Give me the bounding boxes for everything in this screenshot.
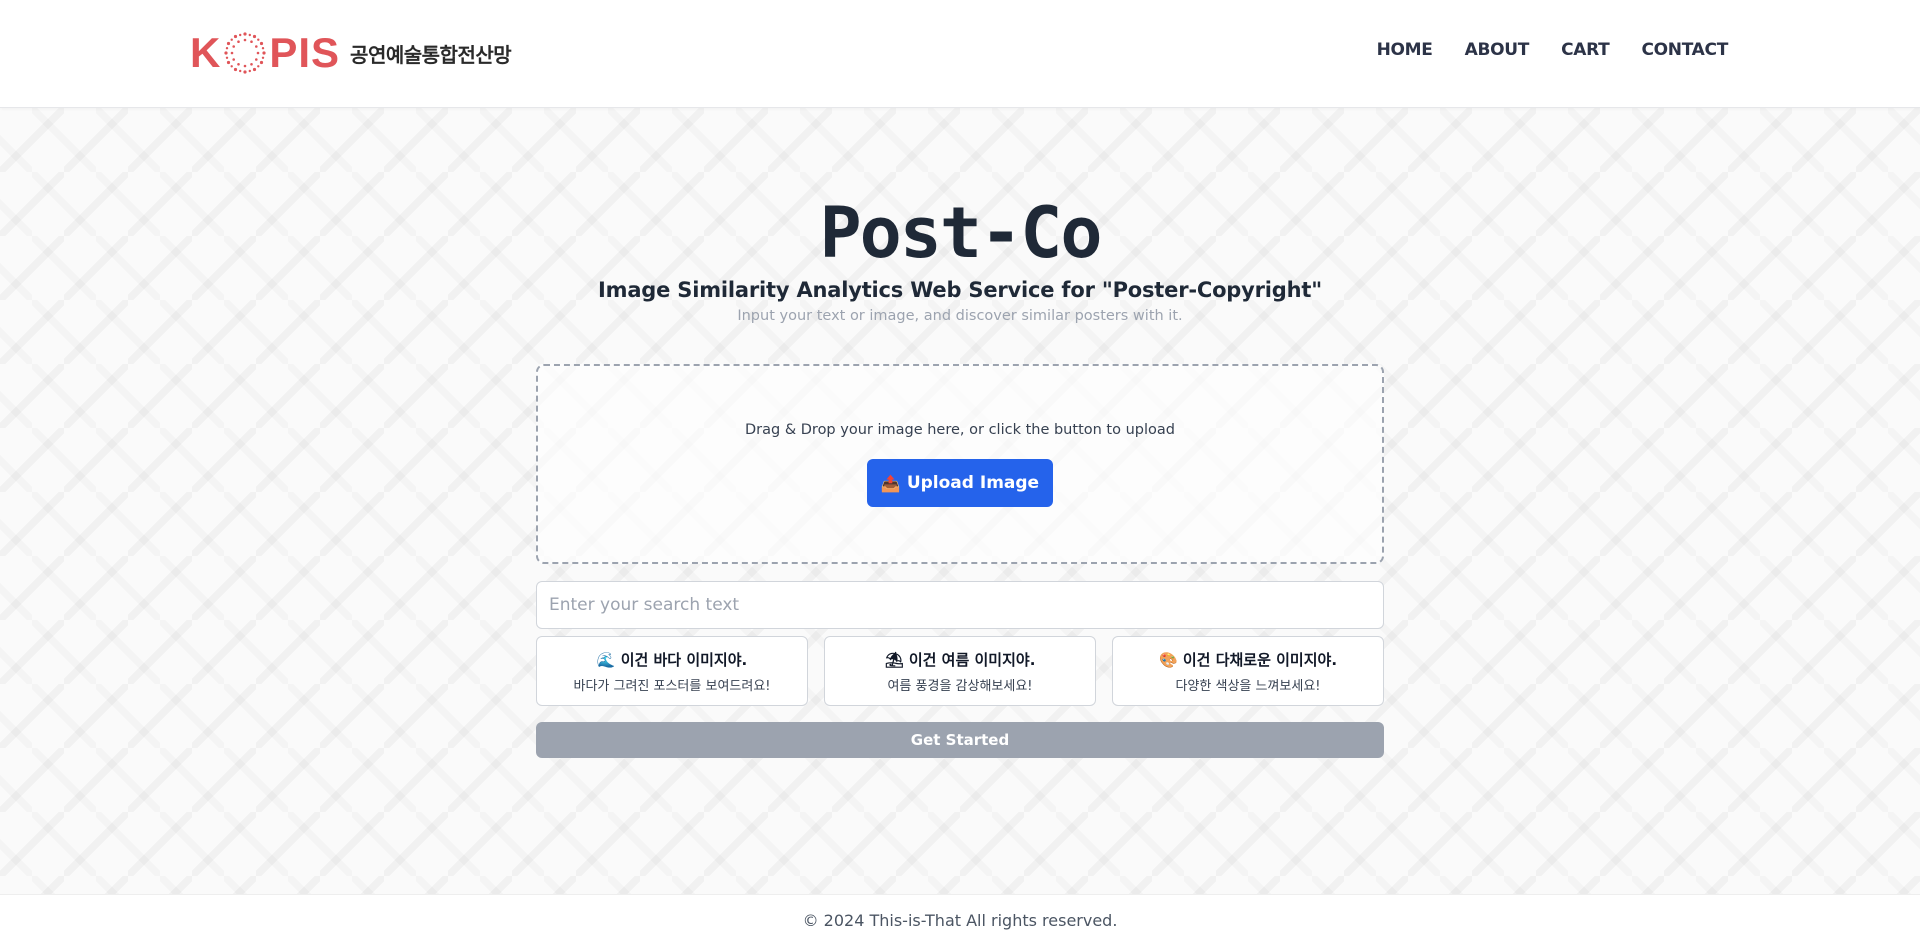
upload-icon: 📤 [880,473,901,493]
logo-letter-k: K [190,29,222,76]
suggestion-title: 🎨 이건 다채로운 이미지야. [1113,649,1383,670]
kopis-logo[interactable]: K PIS 공연예술통합전산망 [190,30,512,76]
suggestion-subtitle: 여름 풍경을 감상해보세요! [887,679,1033,694]
nav-cart[interactable]: CART [1561,40,1610,60]
site-footer: © 2024 This-is-That All rights reserved. [0,894,1920,947]
footer-copyright: © 2024 This-is-That All rights reserved. [802,911,1118,930]
palette-icon: 🎨 [1158,651,1178,669]
wave-icon: 🌊 [596,651,616,669]
page-tagline: Input your text or image, and discover s… [737,308,1183,324]
logo-wordmark: K PIS [190,31,340,75]
page-subtitle: Image Similarity Analytics Web Service f… [598,278,1322,302]
suggestion-summer[interactable]: ⛱ 이건 여름 이미지야. 여름 풍경을 감상해보세요! [824,636,1096,706]
logo-letters-pis: PIS [269,29,341,76]
suggestion-colorful[interactable]: 🎨 이건 다채로운 이미지야. 다양한 색상을 느껴보세요! [1112,636,1384,706]
suggestion-subtitle: 바다가 그려진 포스터를 보여드려요! [573,679,771,694]
nav-about[interactable]: ABOUT [1465,40,1530,60]
page-title: Post-Co [819,192,1102,274]
nav-contact[interactable]: CONTACT [1641,40,1728,60]
upload-image-button[interactable]: 📤 Upload Image [867,459,1053,507]
dropzone-instruction: Drag & Drop your image here, or click th… [745,422,1175,438]
suggestion-title-text: 이건 여름 이미지야. [908,651,1036,669]
suggestion-title: ⛱ 이건 여름 이미지야. [825,649,1095,670]
main-content: Post-Co Image Similarity Analytics Web S… [0,108,1920,894]
suggestion-title: 🌊 이건 바다 이미지야. [537,649,807,670]
image-dropzone[interactable]: Drag & Drop your image here, or click th… [536,364,1384,564]
upload-button-label: Upload Image [906,473,1040,493]
suggestion-ocean[interactable]: 🌊 이건 바다 이미지야. 바다가 그려진 포스터를 보여드려요! [536,636,808,706]
beach-umbrella-icon: ⛱ [884,651,904,669]
suggestion-subtitle: 다양한 색상을 느껴보세요! [1175,679,1321,694]
suggestion-title-text: 이건 다채로운 이미지야. [1182,651,1338,669]
get-started-button[interactable]: Get Started [536,722,1384,758]
site-header: K PIS 공연예술통합전산망 HOME ABOUT CART CONTACT [0,0,1920,108]
logo-burst-icon [224,32,266,74]
search-input[interactable] [536,581,1384,629]
nav-home[interactable]: HOME [1377,40,1433,60]
suggestion-title-text: 이건 바다 이미지야. [620,651,748,669]
main-nav: HOME ABOUT CART CONTACT [1345,40,1729,60]
logo-subtitle: 공연예술통합전산망 [350,42,512,67]
